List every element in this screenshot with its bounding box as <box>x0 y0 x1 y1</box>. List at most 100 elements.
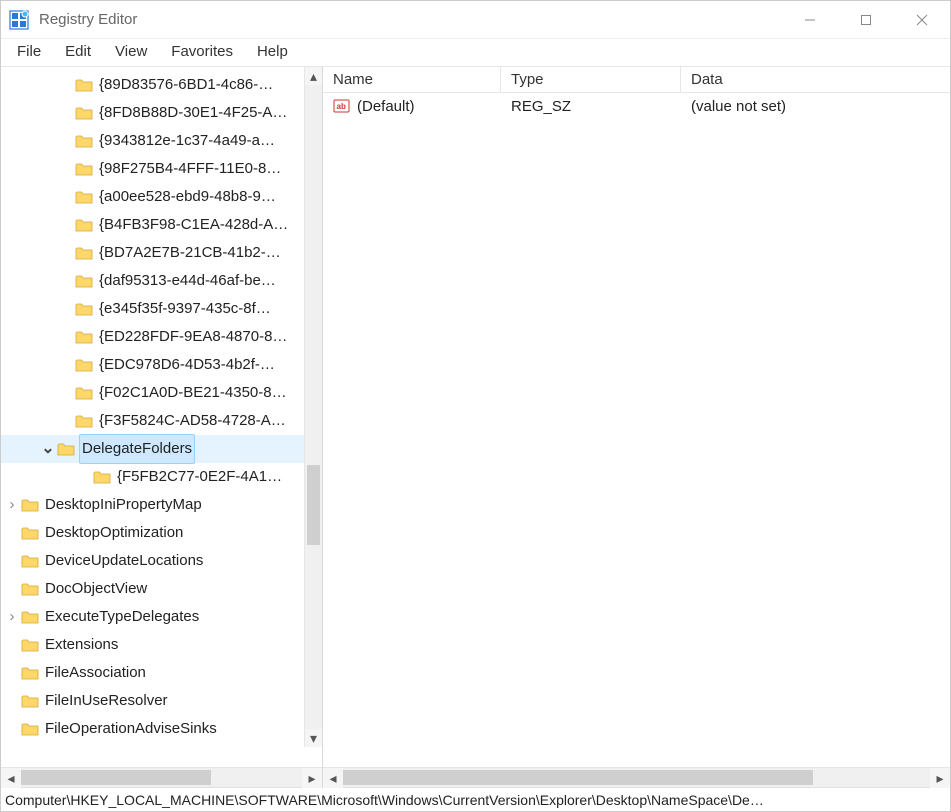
folder-icon <box>21 637 39 653</box>
scroll-thumb[interactable] <box>343 770 813 785</box>
folder-icon <box>75 161 93 177</box>
folder-icon <box>21 721 39 737</box>
tree-item[interactable]: DocObjectView <box>1 575 322 603</box>
tree-item[interactable]: {F3F5824C-AD58-4728-A… <box>1 407 322 435</box>
client-area: {89D83576-6BD1-4c86-… {8FD8B88D-30E1-4F25… <box>1 67 950 787</box>
minimize-button[interactable] <box>782 1 838 39</box>
folder-icon <box>75 245 93 261</box>
list-item[interactable]: ab (Default) REG_SZ (value not set) <box>323 93 950 119</box>
scroll-up-icon[interactable]: ▴ <box>305 67 322 85</box>
string-value-icon: ab <box>333 98 351 114</box>
chevron-right-icon[interactable]: › <box>3 491 21 519</box>
tree-item[interactable]: {a00ee528-ebd9-48b8-9… <box>1 183 322 211</box>
statusbar-path: Computer\HKEY_LOCAL_MACHINE\SOFTWARE\Mic… <box>5 792 764 808</box>
window-title: Registry Editor <box>39 11 137 28</box>
values-pane: Name Type Data ab (Default) <box>323 67 950 787</box>
value-data: (value not set) <box>681 98 950 115</box>
tree-item[interactable]: {8FD8B88D-30E1-4F25-A… <box>1 99 322 127</box>
tree-item[interactable]: {ED228FDF-9EA8-4870-8… <box>1 323 322 351</box>
folder-icon <box>21 693 39 709</box>
scroll-left-icon[interactable]: ◂ <box>323 768 343 788</box>
menubar: File Edit View Favorites Help <box>1 39 950 67</box>
chevron-right-icon[interactable]: › <box>3 603 21 631</box>
scroll-right-icon[interactable]: ▸ <box>930 768 950 788</box>
maximize-button[interactable] <box>838 1 894 39</box>
tree-item[interactable]: ⌄DelegateFolders <box>1 435 322 463</box>
tree-item[interactable]: {BD7A2E7B-21CB-41b2-… <box>1 239 322 267</box>
tree-item-label: {98F275B4-4FFF-11E0-8… <box>99 160 281 177</box>
tree-item-label: {F02C1A0D-BE21-4350-8… <box>99 384 287 401</box>
tree-item-label: DesktopOptimization <box>45 524 183 541</box>
tree-horizontal-scrollbar[interactable]: ◂ ▸ <box>1 767 322 787</box>
value-type: REG_SZ <box>501 98 681 115</box>
tree-item-label: DesktopIniPropertyMap <box>45 496 202 513</box>
tree-item[interactable]: › ExecuteTypeDelegates <box>1 603 322 631</box>
scroll-down-icon[interactable]: ▾ <box>305 729 322 747</box>
tree-item-label: {F5FB2C77-0E2F-4A1… <box>117 468 282 485</box>
menu-view[interactable]: View <box>105 41 157 62</box>
tree-item[interactable]: FileAssociation <box>1 659 322 687</box>
chevron-down-icon[interactable]: ⌄ <box>39 435 57 463</box>
folder-icon <box>21 665 39 681</box>
tree-item-label: ExecuteTypeDelegates <box>45 608 199 625</box>
tree-item[interactable]: DesktopOptimization <box>1 519 322 547</box>
svg-text:ab: ab <box>337 102 346 111</box>
tree-item[interactable]: {89D83576-6BD1-4c86-… <box>1 71 322 99</box>
scroll-right-icon[interactable]: ▸ <box>302 768 322 788</box>
tree-item[interactable]: {98F275B4-4FFF-11E0-8… <box>1 155 322 183</box>
scroll-left-icon[interactable]: ◂ <box>1 768 21 788</box>
folder-icon <box>57 441 75 457</box>
tree-item[interactable]: {daf95313-e44d-46af-be… <box>1 267 322 295</box>
tree-item-label: FileAssociation <box>45 664 146 681</box>
close-button[interactable] <box>894 1 950 39</box>
tree-vertical-scrollbar[interactable]: ▴ ▾ <box>304 67 322 747</box>
menu-help[interactable]: Help <box>247 41 298 62</box>
menu-file[interactable]: File <box>7 41 51 62</box>
folder-icon <box>75 105 93 121</box>
tree-item-label: {89D83576-6BD1-4c86-… <box>99 76 273 93</box>
tree-item[interactable]: FileInUseResolver <box>1 687 322 715</box>
scroll-thumb[interactable] <box>307 465 320 545</box>
tree-item-label: {EDC978D6-4D53-4b2f-… <box>99 356 275 373</box>
tree-item[interactable]: FileOperationAdviseSinks <box>1 715 322 743</box>
folder-icon <box>75 133 93 149</box>
tree-item-label: FileInUseResolver <box>45 692 168 709</box>
tree-item-label: {8FD8B88D-30E1-4F25-A… <box>99 104 287 121</box>
tree-item[interactable]: {B4FB3F98-C1EA-428d-A… <box>1 211 322 239</box>
folder-icon <box>21 553 39 569</box>
registry-tree[interactable]: {89D83576-6BD1-4c86-… {8FD8B88D-30E1-4F25… <box>1 67 322 747</box>
tree-item[interactable]: {EDC978D6-4D53-4b2f-… <box>1 351 322 379</box>
tree-item-label: {a00ee528-ebd9-48b8-9… <box>99 188 276 205</box>
column-header-data[interactable]: Data <box>681 67 950 92</box>
tree-item[interactable]: {9343812e-1c37-4a49-a… <box>1 127 322 155</box>
folder-icon <box>75 329 93 345</box>
menu-favorites[interactable]: Favorites <box>161 41 243 62</box>
tree-item[interactable]: › DesktopIniPropertyMap <box>1 491 322 519</box>
folder-icon <box>75 301 93 317</box>
tree-item-label: {F3F5824C-AD58-4728-A… <box>99 412 286 429</box>
tree-item-label: DocObjectView <box>45 580 147 597</box>
folder-icon <box>75 385 93 401</box>
folder-icon <box>21 497 39 513</box>
tree-item[interactable]: DeviceUpdateLocations <box>1 547 322 575</box>
column-header-type[interactable]: Type <box>501 67 681 92</box>
regedit-icon <box>9 10 29 30</box>
tree-item-label: {e345f35f-9397-435c-8f… <box>99 300 271 317</box>
tree-item[interactable]: {F02C1A0D-BE21-4350-8… <box>1 379 322 407</box>
tree-item[interactable]: {e345f35f-9397-435c-8f… <box>1 295 322 323</box>
titlebar: Registry Editor <box>1 1 950 39</box>
column-header-name[interactable]: Name <box>323 67 501 92</box>
values-list[interactable]: ab (Default) REG_SZ (value not set) <box>323 93 950 767</box>
tree-item-label: {ED228FDF-9EA8-4870-8… <box>99 328 287 345</box>
folder-icon <box>75 357 93 373</box>
scroll-thumb[interactable] <box>21 770 211 785</box>
tree-item[interactable]: Extensions <box>1 631 322 659</box>
menu-edit[interactable]: Edit <box>55 41 101 62</box>
tree-item-label: {BD7A2E7B-21CB-41b2-… <box>99 244 281 261</box>
folder-icon <box>75 273 93 289</box>
values-horizontal-scrollbar[interactable]: ◂ ▸ <box>323 767 950 787</box>
statusbar: Computer\HKEY_LOCAL_MACHINE\SOFTWARE\Mic… <box>1 787 950 811</box>
tree-item[interactable]: {F5FB2C77-0E2F-4A1… <box>1 463 322 491</box>
folder-icon <box>21 609 39 625</box>
folder-icon <box>93 469 111 485</box>
